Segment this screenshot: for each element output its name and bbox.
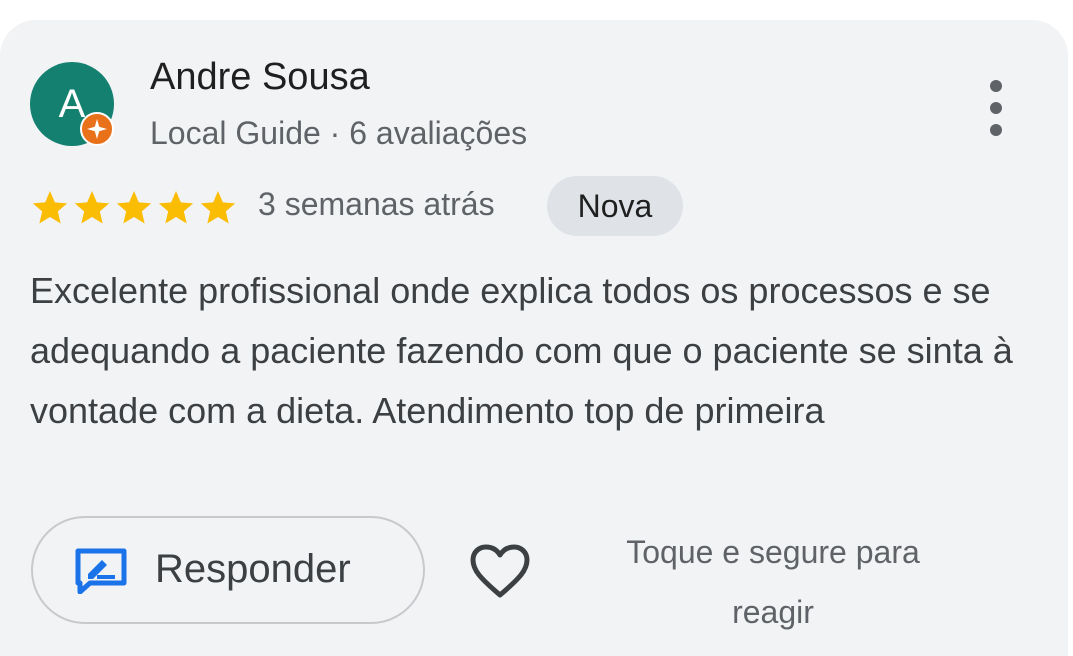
reply-button-label: Responder — [155, 547, 351, 591]
local-guide-badge-icon — [80, 112, 114, 146]
star-icon — [32, 191, 68, 224]
reply-button[interactable]: Responder — [31, 516, 425, 624]
review-text: Excelente profissional onde explica todo… — [30, 270, 1013, 431]
more-options-icon[interactable] — [970, 72, 1022, 144]
new-badge: Nova — [547, 176, 683, 236]
author-meta: Local Guide · 6 avaliações — [150, 115, 528, 151]
star-icon — [158, 191, 194, 224]
star-rating — [30, 188, 238, 228]
review-card: A Andre Sousa Local Guide · 6 avaliações… — [0, 20, 1068, 656]
react-hint: Toque e segure para reagir — [626, 534, 920, 630]
heart-icon[interactable] — [468, 542, 532, 600]
author-name[interactable]: Andre Sousa — [150, 56, 370, 99]
star-icon — [200, 191, 236, 224]
star-icon — [74, 191, 110, 224]
reply-edit-icon — [75, 548, 127, 594]
star-icon — [116, 191, 152, 224]
review-date: 3 semanas atrás — [258, 186, 495, 222]
